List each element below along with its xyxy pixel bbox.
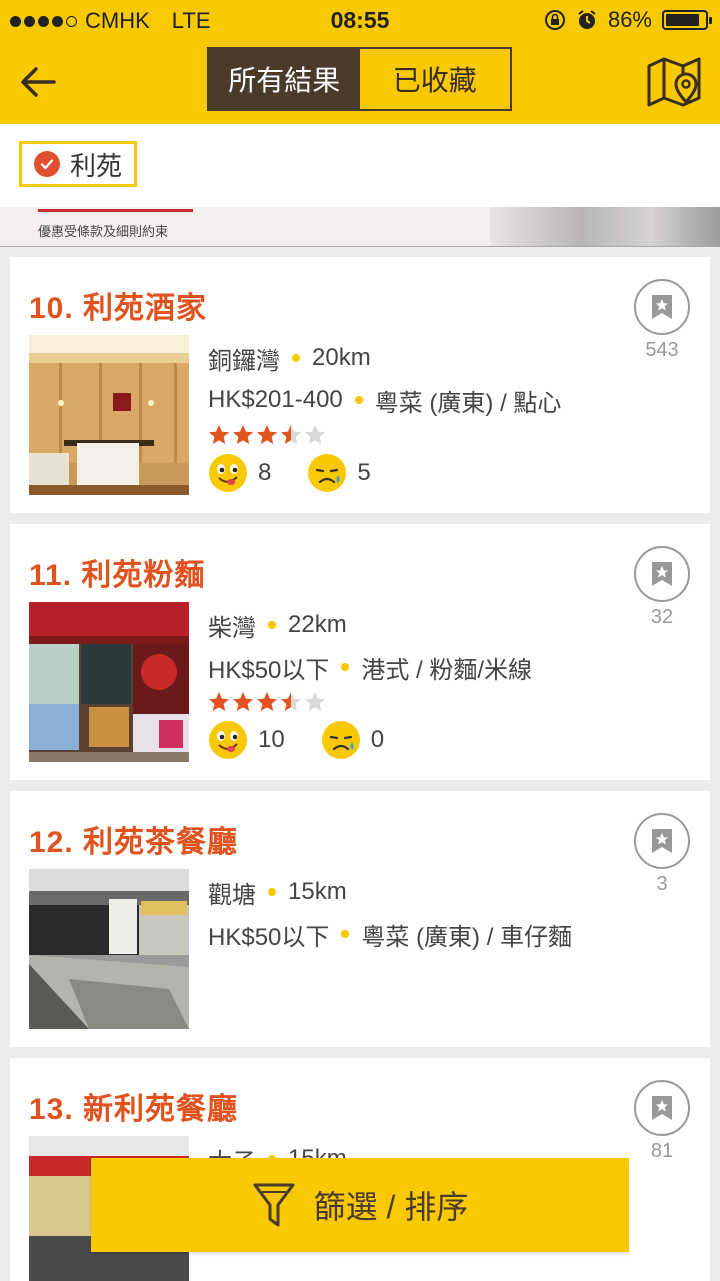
star-icon <box>305 692 325 711</box>
cuisine-label: 粵菜 (廣東) / 車仔麵 <box>361 923 573 951</box>
rotation-lock-icon <box>544 10 565 30</box>
tab-bookmarked[interactable]: 已收藏 <box>360 49 511 109</box>
promo-banner[interactable]: 優惠受條款及細則約束 <box>0 207 720 247</box>
restaurant-card[interactable]: 11. 利苑粉麵 32 柴灣 22km HK$50以下 港式 / 粉麵/米線 10 <box>10 524 710 780</box>
bookmark-star-icon <box>652 829 672 853</box>
star-icon <box>257 425 277 444</box>
distance-label: 20km <box>312 344 371 371</box>
bookmark-count: 32 <box>650 606 674 628</box>
restaurant-title[interactable]: 12. 利苑茶餐廳 <box>29 817 238 861</box>
sad-face-icon <box>308 454 347 492</box>
star-icon <box>281 425 301 444</box>
bookmark-count: 543 <box>645 339 679 361</box>
active-filters-bar: 利苑 <box>0 124 720 207</box>
filter-funnel-icon <box>253 1183 295 1227</box>
bookmark-star-icon <box>652 1096 672 1120</box>
back-arrow-icon[interactable] <box>18 62 58 102</box>
results-tab-switch: 所有結果 已收藏 <box>207 47 512 111</box>
restaurant-title[interactable]: 13. 新利苑餐廳 <box>29 1084 238 1128</box>
filter-sort-button[interactable]: 篩選 / 排序 <box>91 1158 629 1252</box>
cuisine-label: 粵菜 (廣東) / 點心 <box>374 389 562 417</box>
bookmark-count: 3 <box>656 873 668 895</box>
star-icon <box>257 692 277 711</box>
banner-image <box>490 207 720 246</box>
bookmark-star-icon <box>652 562 672 586</box>
distance-label: 22km <box>288 611 347 638</box>
bookmark-count: 81 <box>650 1140 674 1162</box>
star-icon <box>281 692 301 711</box>
star-rating <box>208 421 561 449</box>
restaurant-title[interactable]: 11. 利苑粉麵 <box>29 550 205 594</box>
smile-face-icon <box>209 454 247 492</box>
bookmark-star-icon <box>652 295 672 319</box>
star-icon <box>209 425 229 444</box>
distance-label: 15km <box>288 878 347 905</box>
good-review-count: 10 <box>258 726 285 753</box>
banner-terms-text: 優惠受條款及細則約束 <box>38 224 169 239</box>
nav-bar: 所有結果 已收藏 <box>0 40 720 124</box>
price-range: HK$50以下 <box>208 923 330 951</box>
tab-all-results[interactable]: 所有結果 <box>209 49 360 109</box>
bad-review-count: 0 <box>370 726 385 753</box>
restaurant-photo[interactable] <box>29 602 189 762</box>
filter-sort-label: 篩選 / 排序 <box>313 1189 469 1225</box>
alarm-icon <box>578 10 596 29</box>
star-icon <box>209 692 229 711</box>
battery-icon <box>662 10 712 30</box>
star-icon <box>305 425 325 444</box>
bad-review-count: 5 <box>357 459 371 486</box>
check-circle-icon <box>34 151 60 177</box>
restaurant-photo[interactable] <box>29 869 189 1029</box>
star-rating <box>208 688 532 716</box>
district-label: 觀塘 <box>208 881 256 909</box>
cuisine-label: 港式 / 粉麵/米線 <box>361 656 533 684</box>
price-range: HK$50以下 <box>208 656 330 684</box>
status-bar: CMHK LTE 08:55 86% <box>0 0 720 40</box>
banner-accent-line <box>38 209 193 212</box>
restaurant-title[interactable]: 10. 利苑酒家 <box>29 283 207 327</box>
filter-chip[interactable]: 利苑 <box>19 141 138 187</box>
filter-chip-label: 利苑 <box>70 150 123 181</box>
star-icon <box>233 425 253 444</box>
bookmark-button[interactable] <box>634 813 690 869</box>
bookmark-button[interactable] <box>634 546 690 602</box>
sad-face-icon <box>321 721 360 759</box>
battery-percent: 86% <box>607 7 652 32</box>
price-range: HK$201-400 <box>208 386 343 413</box>
restaurant-card[interactable]: 12. 利苑茶餐廳 3 觀塘 15km HK$50以下 粵菜 (廣東) / 車仔麵 <box>10 791 710 1047</box>
district-label: 柴灣 <box>208 614 256 642</box>
star-icon <box>233 692 253 711</box>
restaurant-card[interactable]: 10. 利苑酒家 543 銅鑼灣 20km HK$201-400 粵菜 (廣東) /… <box>10 257 710 513</box>
smile-face-icon <box>209 721 247 759</box>
restaurant-photo[interactable] <box>29 335 189 495</box>
bookmark-button[interactable] <box>634 1080 690 1136</box>
map-icon[interactable] <box>646 54 702 110</box>
good-review-count: 8 <box>258 459 272 486</box>
bookmark-button[interactable] <box>634 279 690 335</box>
district-label: 銅鑼灣 <box>208 347 280 375</box>
